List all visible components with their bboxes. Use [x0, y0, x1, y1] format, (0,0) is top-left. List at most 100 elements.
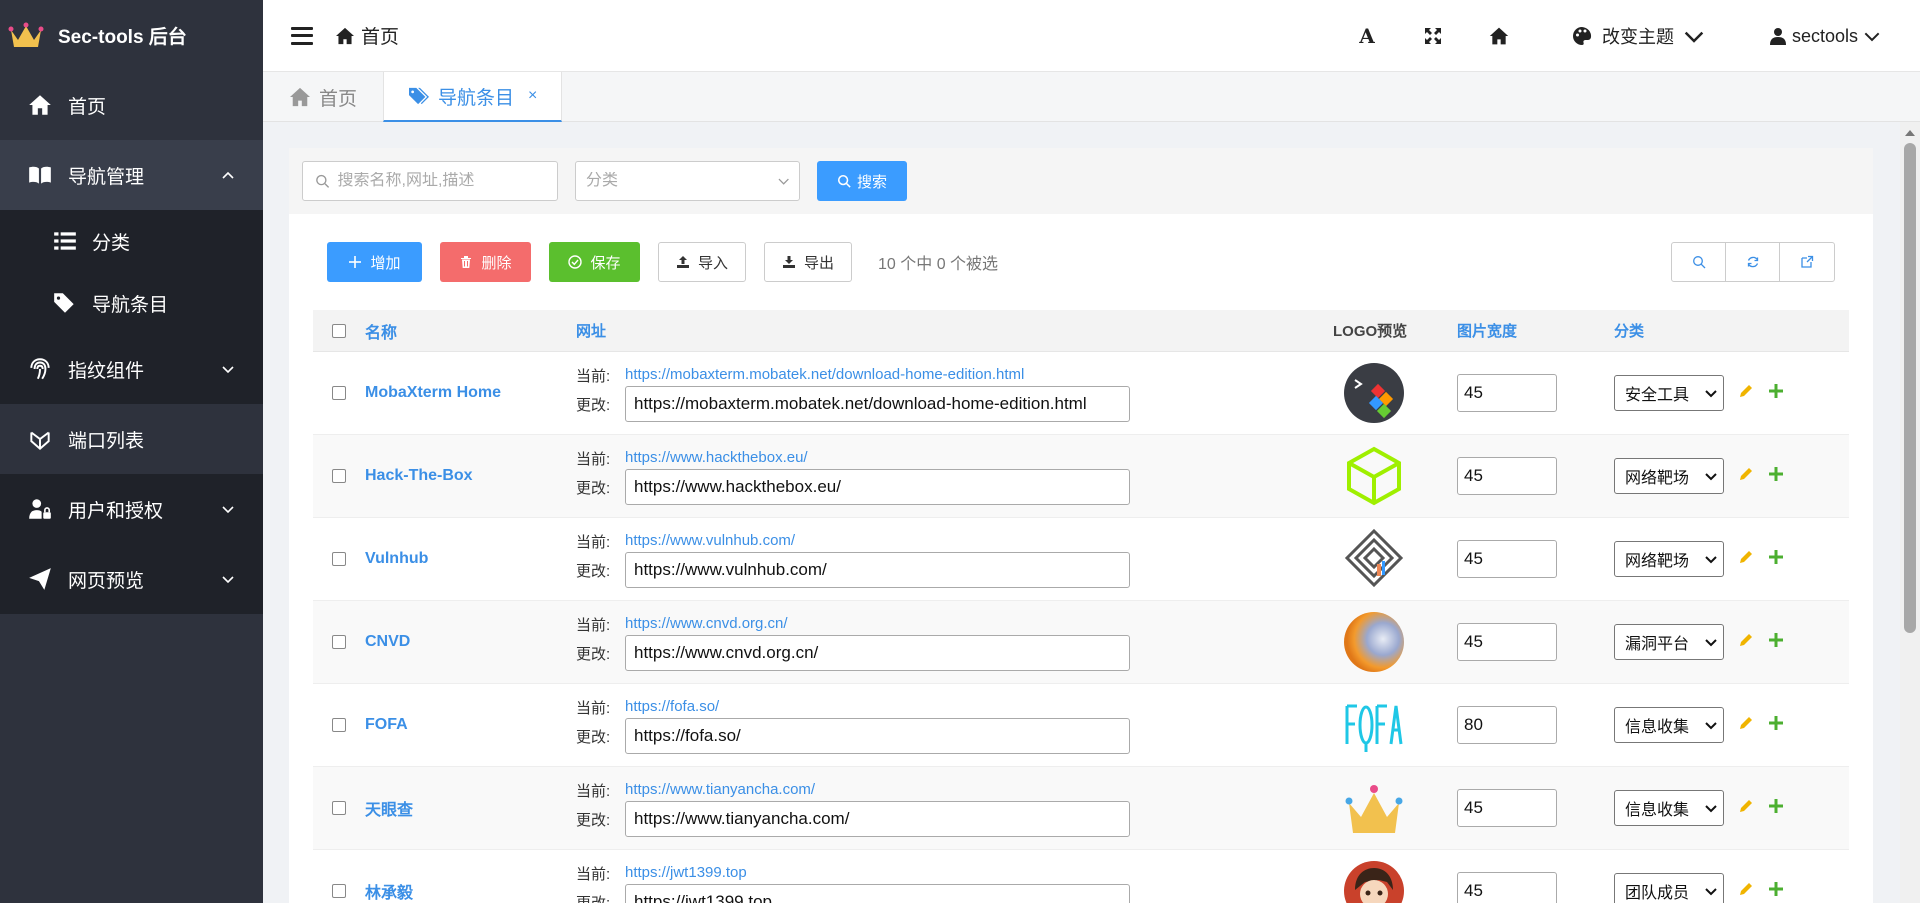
- add-related-button[interactable]: [1768, 798, 1784, 819]
- font-size-button[interactable]: A: [1334, 0, 1400, 72]
- tab-nav-entries[interactable]: 导航条目 ×: [383, 72, 563, 122]
- sidebar-item-fingerprint[interactable]: 指纹组件: [0, 334, 263, 404]
- category-select[interactable]: 团队成员: [1614, 873, 1724, 903]
- edit-button[interactable]: [1738, 881, 1754, 902]
- image-width-input[interactable]: [1457, 457, 1557, 495]
- current-url-link[interactable]: https://mobaxterm.mobatek.net/download-h…: [625, 364, 1024, 386]
- row-checkbox[interactable]: [332, 801, 346, 815]
- add-related-button[interactable]: [1768, 466, 1784, 487]
- search-field[interactable]: [302, 161, 558, 201]
- export-button[interactable]: 导出: [764, 242, 852, 282]
- url-input[interactable]: [625, 552, 1130, 588]
- sidebar-item-category[interactable]: 分类: [0, 210, 263, 272]
- url-input[interactable]: [625, 884, 1130, 903]
- sidebar-item-nav-entries[interactable]: 导航条目: [0, 272, 263, 334]
- row-name[interactable]: MobaXterm Home: [365, 384, 576, 402]
- current-url-link[interactable]: https://fofa.so/: [625, 696, 719, 718]
- add-related-button[interactable]: [1768, 383, 1784, 404]
- theme-switcher[interactable]: 改变主题: [1572, 23, 1704, 49]
- book-open-icon: [29, 166, 51, 184]
- current-url-link[interactable]: https://www.tianyancha.com/: [625, 779, 815, 801]
- category-filter[interactable]: [575, 161, 800, 201]
- sidebar-item-nav-manage[interactable]: 导航管理: [0, 140, 263, 210]
- url-input[interactable]: [625, 386, 1130, 422]
- url-input[interactable]: [625, 801, 1130, 837]
- image-width-input[interactable]: [1457, 540, 1557, 578]
- row-checkbox[interactable]: [332, 386, 346, 400]
- scroll-up-arrow[interactable]: [1905, 130, 1915, 136]
- url-input[interactable]: [625, 469, 1130, 505]
- image-width-input[interactable]: [1457, 623, 1557, 661]
- edit-button[interactable]: [1738, 715, 1754, 736]
- save-button[interactable]: 保存: [549, 242, 640, 282]
- change-label: 更改:: [576, 562, 611, 580]
- image-width-input[interactable]: [1457, 706, 1557, 744]
- refresh-button[interactable]: [1726, 243, 1780, 281]
- home-button[interactable]: [1466, 0, 1532, 72]
- upload-icon: [676, 256, 689, 268]
- category-select[interactable]: 漏洞平台: [1614, 624, 1724, 660]
- current-url-link[interactable]: https://www.cnvd.org.cn/: [625, 613, 788, 635]
- menu-toggle-icon[interactable]: [291, 26, 313, 45]
- row-name[interactable]: Hack-The-Box: [365, 467, 576, 485]
- category-select[interactable]: 网络靶场: [1614, 541, 1724, 577]
- export-table-button[interactable]: [1780, 243, 1834, 281]
- edit-button[interactable]: [1738, 632, 1754, 653]
- brand[interactable]: Sec-tools 后台: [0, 0, 263, 70]
- image-width-input[interactable]: [1457, 374, 1557, 412]
- row-checkbox[interactable]: [332, 884, 346, 898]
- current-url-link[interactable]: https://www.hackthebox.eu/: [625, 447, 808, 469]
- page-scrollbar[interactable]: [1900, 122, 1920, 903]
- header-home-link[interactable]: 首页: [335, 22, 399, 49]
- row-checkbox[interactable]: [332, 635, 346, 649]
- sidebar-item-ports[interactable]: 端口列表: [0, 404, 263, 474]
- row-name[interactable]: FOFA: [365, 716, 576, 734]
- scroll-thumb[interactable]: [1904, 143, 1916, 633]
- image-width-input[interactable]: [1457, 872, 1557, 903]
- row-name[interactable]: 林承毅: [365, 879, 576, 903]
- add-button[interactable]: 增加: [327, 242, 422, 282]
- select-all-checkbox[interactable]: [332, 323, 346, 338]
- url-input[interactable]: [625, 635, 1130, 671]
- add-related-button[interactable]: [1768, 881, 1784, 902]
- current-url-link[interactable]: https://jwt1399.top: [625, 862, 747, 884]
- col-url[interactable]: 网址: [576, 320, 1333, 341]
- close-icon[interactable]: ×: [528, 87, 537, 105]
- row-checkbox[interactable]: [332, 552, 346, 566]
- category-filter-input[interactable]: [586, 172, 778, 190]
- row-checkbox[interactable]: [332, 718, 346, 732]
- search-button[interactable]: 搜索: [817, 161, 907, 201]
- url-input[interactable]: [625, 718, 1130, 754]
- image-width-input[interactable]: [1457, 789, 1557, 827]
- hackthebox-logo-icon: [1347, 446, 1401, 506]
- category-select[interactable]: 安全工具: [1614, 375, 1724, 411]
- add-related-button[interactable]: [1768, 632, 1784, 653]
- category-select[interactable]: 信息收集: [1614, 790, 1724, 826]
- import-button[interactable]: 导入: [658, 242, 746, 282]
- fullscreen-button[interactable]: [1400, 0, 1466, 72]
- row-checkbox[interactable]: [332, 469, 346, 483]
- edit-button[interactable]: [1738, 549, 1754, 570]
- add-related-button[interactable]: [1768, 549, 1784, 570]
- category-select[interactable]: 网络靶场: [1614, 458, 1724, 494]
- row-name[interactable]: Vulnhub: [365, 550, 576, 568]
- tab-home[interactable]: 首页: [263, 72, 383, 122]
- table-search-button[interactable]: [1672, 243, 1726, 281]
- edit-button[interactable]: [1738, 466, 1754, 487]
- sidebar-item-home[interactable]: 首页: [0, 70, 263, 140]
- current-url-link[interactable]: https://www.vulnhub.com/: [625, 530, 795, 552]
- row-name[interactable]: 天眼查: [365, 796, 576, 820]
- category-select[interactable]: 信息收集: [1614, 707, 1724, 743]
- sidebar-item-users[interactable]: 用户和授权: [0, 474, 263, 544]
- add-related-button[interactable]: [1768, 715, 1784, 736]
- edit-button[interactable]: [1738, 383, 1754, 404]
- sidebar-item-web-preview[interactable]: 网页预览: [0, 544, 263, 614]
- col-width[interactable]: 图片宽度: [1457, 320, 1614, 341]
- col-category[interactable]: 分类: [1614, 320, 1644, 341]
- edit-button[interactable]: [1738, 798, 1754, 819]
- col-name[interactable]: 名称: [365, 319, 576, 343]
- delete-button[interactable]: 删除: [440, 242, 531, 282]
- row-name[interactable]: CNVD: [365, 633, 576, 651]
- search-input[interactable]: [337, 172, 557, 190]
- user-menu[interactable]: sectools: [1769, 26, 1880, 47]
